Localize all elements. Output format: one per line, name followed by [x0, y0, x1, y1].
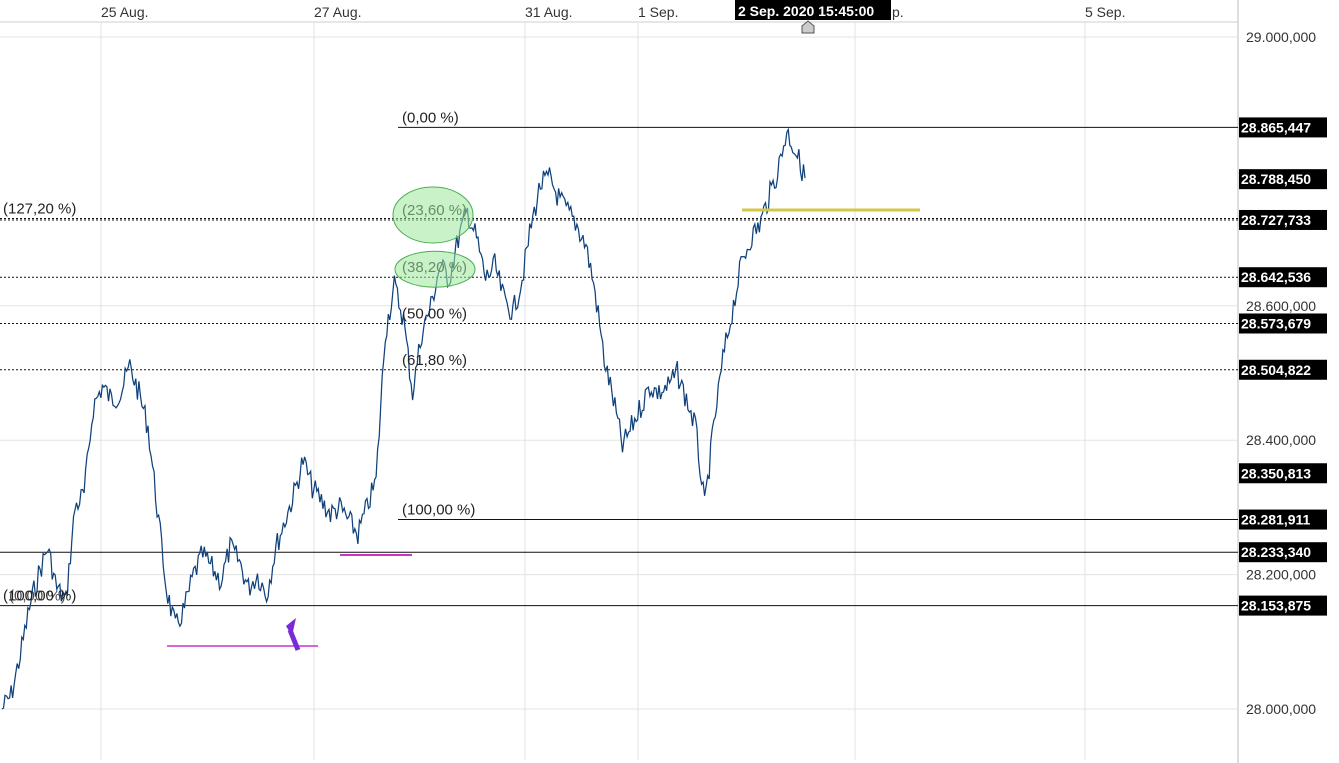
highlight-ellipse[interactable] — [392, 186, 474, 244]
x-tick-label: 25 Aug. — [101, 4, 149, 20]
annotations: (0,00 %)(23,60 %)(38,20 %)(50,00 %)(61,8… — [3, 109, 920, 651]
y-tick-label: 28.400,000 — [1246, 432, 1316, 448]
x-tick-label: 27 Aug. — [314, 4, 362, 20]
price-line-label: 28.153,875 — [1241, 598, 1311, 614]
price-line-label: 28.233,340 — [1241, 544, 1311, 560]
fib-level-label: (0,00 %) — [402, 109, 459, 126]
y-tick-label: 28.200,000 — [1246, 567, 1316, 583]
cursor-marker-icon — [801, 20, 815, 34]
cursor-time-label: 2 Sep. 2020 15:45:00 — [738, 3, 874, 19]
x-tick-label: 5 Sep. — [1085, 4, 1125, 20]
price-line-label: 28.504,822 — [1241, 362, 1311, 378]
y-tick-label: 28.000,000 — [1246, 701, 1316, 717]
stock-chart[interactable]: (0,00 %)(23,60 %)(38,20 %)(50,00 %)(61,8… — [0, 0, 1339, 763]
fib-level-label: (50,00 %) — [402, 305, 467, 322]
price-line-label: 28.573,679 — [1241, 315, 1311, 331]
x-tick-label: 31 Aug. — [525, 4, 573, 20]
fib-level-label: (61,80 %) — [402, 352, 467, 369]
fib-level-label: (100,00 %) — [402, 502, 475, 519]
axes: 25 Aug. 27 Aug. 31 Aug. 1 Sep. 5 Sep. 29.000,… — [101, 4, 1316, 717]
current-price-label: 28.788,450 — [1241, 171, 1311, 187]
extension-label: (127,20 %) — [3, 200, 76, 217]
price-line-label: 28.642,536 — [1241, 269, 1311, 285]
highlight-ellipse[interactable] — [394, 250, 476, 288]
x-tick-fragment: p. — [892, 4, 904, 20]
horizontal-price-lines — [0, 126, 1238, 607]
y-tick-label: 28.600,000 — [1246, 298, 1316, 314]
extension-label: (0,00 %) — [9, 588, 66, 605]
y-tick-label: 29.000,000 — [1246, 29, 1316, 45]
price-line-label: 28.865,447 — [1241, 119, 1311, 135]
marker-price-label: 28.350,813 — [1241, 465, 1311, 481]
price-line-label: 28.281,911 — [1241, 512, 1311, 528]
purple-arrow-shaft — [287, 629, 301, 651]
price-line-label: 28.727,733 — [1241, 212, 1311, 228]
x-tick-label: 1 Sep. — [638, 4, 678, 20]
